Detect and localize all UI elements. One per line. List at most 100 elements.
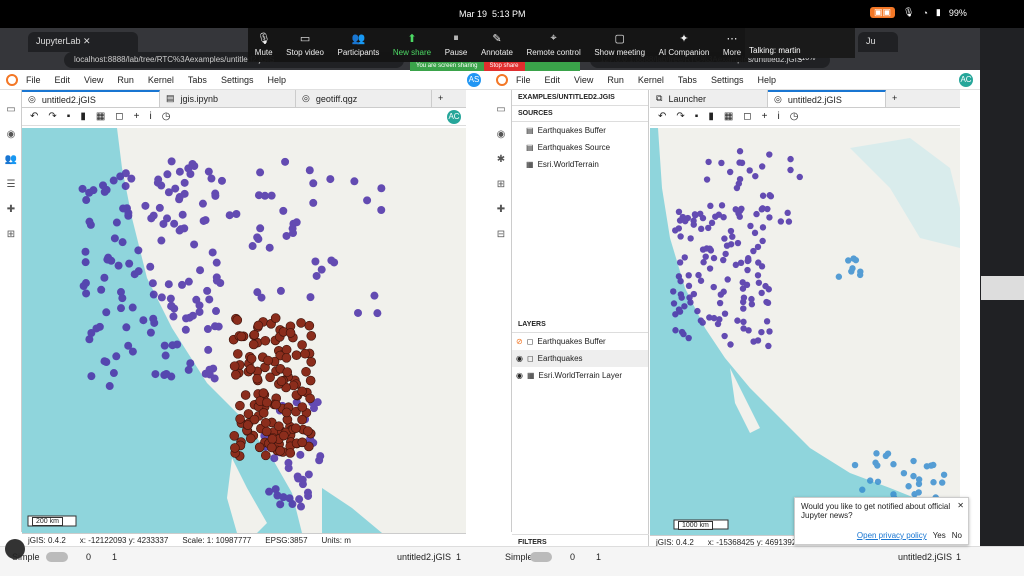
- menu-edit[interactable]: Edit: [55, 75, 71, 85]
- extension-icon[interactable]: ✚: [0, 204, 22, 215]
- menu-file[interactable]: File: [26, 75, 41, 85]
- right-map-canvas[interactable]: 1000 km: [650, 128, 960, 535]
- source-item[interactable]: ▤ Earthquakes Source: [512, 139, 648, 156]
- collaborators-icon[interactable]: 👥: [0, 154, 22, 165]
- new-tab-button[interactable]: +: [432, 90, 449, 107]
- mic-icon[interactable]: 🎙: [903, 7, 914, 18]
- collaborator-avatar[interactable]: AC: [447, 110, 461, 124]
- map-marker: [297, 340, 307, 350]
- info-icon[interactable]: i: [149, 111, 151, 122]
- map-marker: [155, 203, 164, 212]
- source-item[interactable]: ▦ Esri.WorldTerrain: [512, 156, 648, 173]
- info-icon[interactable]: i: [777, 111, 779, 122]
- menu-kernel[interactable]: Kernel: [148, 75, 174, 85]
- extension-icon[interactable]: ✚: [490, 204, 512, 215]
- privacy-policy-link[interactable]: Open privacy policy: [857, 531, 927, 540]
- remote-control-button[interactable]: ⌖ Remote control: [527, 32, 581, 57]
- undo-icon[interactable]: ↶: [658, 111, 666, 122]
- browser-tab-right[interactable]: Ju: [858, 32, 898, 52]
- add-icon[interactable]: +: [134, 111, 140, 122]
- layer-item[interactable]: ⊘ ◻ Earthquakes Buffer: [512, 333, 648, 350]
- eye-icon[interactable]: ◉: [516, 371, 523, 380]
- menu-kernel[interactable]: Kernel: [638, 75, 664, 85]
- book-icon[interactable]: ▮: [80, 111, 86, 122]
- pause-button[interactable]: ⏸ Pause: [445, 32, 468, 57]
- undo-icon[interactable]: ↶: [30, 111, 38, 122]
- notification-icon[interactable]: ▣▣: [870, 7, 896, 18]
- eye-hidden-icon[interactable]: ⊘: [516, 337, 523, 346]
- simple-mode-toggle-right[interactable]: [530, 552, 552, 562]
- map-marker: [295, 495, 304, 504]
- browser-tab[interactable]: JupyterLab ✕: [28, 32, 138, 52]
- select-icon[interactable]: ◻: [743, 111, 751, 122]
- clock-icon[interactable]: ◷: [790, 111, 799, 122]
- menu-settings[interactable]: Settings: [711, 75, 744, 85]
- map-marker: [279, 206, 288, 215]
- debug-icon[interactable]: ✱: [490, 154, 512, 165]
- right-map-svg[interactable]: [650, 128, 960, 535]
- running-icon[interactable]: ◉: [0, 129, 22, 140]
- no-button[interactable]: No: [952, 531, 962, 540]
- gis-icon[interactable]: ⊞: [0, 229, 22, 240]
- menu-tabs[interactable]: Tabs: [678, 75, 697, 85]
- menu-edit[interactable]: Edit: [545, 75, 561, 85]
- menu-settings[interactable]: Settings: [221, 75, 254, 85]
- layer-item[interactable]: ◉ ◻ Earthquakes: [512, 350, 648, 367]
- clock-icon[interactable]: ◷: [162, 111, 171, 122]
- user-avatar[interactable]: AC: [959, 73, 973, 87]
- layers-header[interactable]: LAYERS: [512, 317, 648, 333]
- menu-run[interactable]: Run: [117, 75, 134, 85]
- menu-run[interactable]: Run: [607, 75, 624, 85]
- menu-help[interactable]: Help: [267, 75, 286, 85]
- toc-icon[interactable]: ☰: [0, 179, 22, 190]
- grid-icon[interactable]: ▦: [724, 111, 733, 122]
- file-browser-icon[interactable]: ▭: [490, 104, 512, 115]
- new-share-button[interactable]: ⬆ New share: [393, 32, 431, 57]
- layers-icon[interactable]: ⊟: [490, 229, 512, 240]
- tab-jgis-notebook[interactable]: ▤ jgis.ipynb: [160, 90, 296, 107]
- ai-companion-button[interactable]: ✦ AI Companion: [659, 32, 710, 57]
- menu-help[interactable]: Help: [757, 75, 776, 85]
- redo-icon[interactable]: ↷: [48, 111, 56, 122]
- tab-untitled2[interactable]: ◎ untitled2.jGIS: [768, 90, 886, 107]
- add-icon[interactable]: +: [762, 111, 768, 122]
- tab-launcher[interactable]: ⧉ Launcher: [650, 90, 768, 107]
- gis-icon[interactable]: ⊞: [490, 179, 512, 190]
- tab-untitled2[interactable]: ◎ untitled2.jGIS: [22, 90, 160, 107]
- source-item[interactable]: ▤ Earthquakes Buffer: [512, 122, 648, 139]
- menu-tabs[interactable]: Tabs: [188, 75, 207, 85]
- left-map-canvas[interactable]: 200 km: [22, 128, 466, 533]
- annotate-button[interactable]: ✎ Annotate: [481, 32, 513, 57]
- file-browser-icon[interactable]: ▭: [0, 104, 22, 115]
- terminal-icon[interactable]: ▪: [67, 111, 71, 122]
- user-avatar[interactable]: AS: [467, 73, 481, 87]
- close-icon[interactable]: ✕: [957, 501, 964, 510]
- terminal-icon[interactable]: ▪: [695, 111, 699, 122]
- new-tab-button[interactable]: +: [886, 90, 903, 107]
- select-icon[interactable]: ◻: [115, 111, 123, 122]
- menu-file[interactable]: File: [516, 75, 531, 85]
- map-marker: [270, 313, 281, 323]
- menu-view[interactable]: View: [84, 75, 103, 85]
- more-button[interactable]: ⋯ More: [723, 32, 741, 57]
- yes-button[interactable]: Yes: [933, 531, 946, 540]
- running-icon[interactable]: ◉: [490, 129, 512, 140]
- redo-icon[interactable]: ↷: [676, 111, 684, 122]
- book-icon[interactable]: ▮: [708, 111, 714, 122]
- menu-view[interactable]: View: [574, 75, 593, 85]
- globe-icon: ◎: [302, 93, 310, 103]
- tab-geotiff[interactable]: ◎ geotiff.qgz: [296, 90, 432, 107]
- eye-icon[interactable]: ◉: [516, 354, 523, 363]
- map-marker: [203, 286, 212, 295]
- grid-icon[interactable]: ▦: [96, 111, 105, 122]
- stop-video-button[interactable]: ▭ Stop video: [286, 32, 324, 57]
- layer-item[interactable]: ◉ ▦ Esri.WorldTerrain Layer: [512, 367, 648, 384]
- mute-button[interactable]: 🎙 Mute: [255, 32, 273, 57]
- simple-mode-toggle[interactable]: [46, 552, 68, 562]
- participants-button[interactable]: 👥 Participants: [338, 32, 380, 57]
- sources-header[interactable]: SOURCES: [512, 106, 648, 122]
- left-map-svg[interactable]: [22, 128, 466, 533]
- stop-share-button[interactable]: Stop share: [483, 62, 525, 71]
- map-marker: [758, 289, 765, 297]
- show-meeting-button[interactable]: ▢ Show meeting: [594, 32, 645, 57]
